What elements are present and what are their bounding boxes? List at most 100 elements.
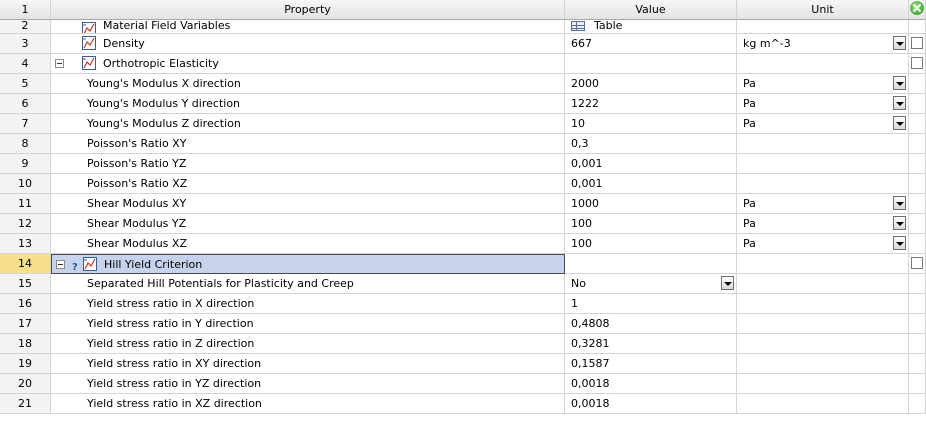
value-cell[interactable]: 0,0018	[565, 394, 737, 414]
value-cell[interactable]: No	[565, 274, 737, 294]
unit-dropdown-button[interactable]	[893, 76, 906, 90]
property-cell[interactable]: Orthotropic Elasticity	[51, 54, 565, 74]
row-number[interactable]: 12	[0, 214, 51, 234]
property-cell[interactable]: Yield stress ratio in X direction	[51, 294, 565, 314]
value-cell[interactable]: 100	[565, 234, 737, 254]
table-row[interactable]: 17 Yield stress ratio in Y direction 0,480…	[0, 314, 926, 334]
header-property[interactable]: Property	[51, 0, 565, 20]
table-row[interactable]: 19 Yield stress ratio in XY direction 0,15…	[0, 354, 926, 374]
row-number[interactable]: 16	[0, 294, 51, 314]
table-row[interactable]: 20 Yield stress ratio in YZ direction 0,00…	[0, 374, 926, 394]
value-cell[interactable]: 1	[565, 294, 737, 314]
row-number[interactable]: 13	[0, 234, 51, 254]
table-row[interactable]: 3 Density 667 kg m^-3	[0, 34, 926, 54]
value-cell[interactable]: 100	[565, 214, 737, 234]
property-cell[interactable]: Young's Modulus Z direction	[51, 114, 565, 134]
row-number[interactable]: 3	[0, 34, 51, 54]
unit-cell[interactable]: Pa	[737, 94, 909, 114]
table-row[interactable]: 8 Poisson's Ratio XY 0,3	[0, 134, 926, 154]
value-cell[interactable]: 0,1587	[565, 354, 737, 374]
property-cell[interactable]: ? Hill Yield Criterion	[51, 254, 565, 274]
table-row[interactable]: 9 Poisson's Ratio YZ 0,001	[0, 154, 926, 174]
property-cell[interactable]: Yield stress ratio in Y direction	[51, 314, 565, 334]
row-number[interactable]: 17	[0, 314, 51, 334]
table-row[interactable]: 14? Hill Yield Criterion	[0, 254, 926, 274]
row-checkbox[interactable]	[911, 257, 923, 269]
row-checkbox[interactable]	[911, 57, 923, 69]
header-unit[interactable]: Unit	[737, 0, 909, 20]
property-cell[interactable]: Young's Modulus X direction	[51, 74, 565, 94]
table-row[interactable]: 5 Young's Modulus X direction 2000 Pa	[0, 74, 926, 94]
value-cell[interactable]: 2000	[565, 74, 737, 94]
table-row[interactable]: 16 Yield stress ratio in X direction 1	[0, 294, 926, 314]
table-row[interactable]: 10 Poisson's Ratio XZ 0,001	[0, 174, 926, 194]
row-number[interactable]: 15	[0, 274, 51, 294]
table-row[interactable]: 4 Orthotropic Elasticity	[0, 54, 926, 74]
table-row[interactable]: 18 Yield stress ratio in Z direction 0,328…	[0, 334, 926, 354]
row-number[interactable]: 9	[0, 154, 51, 174]
property-cell[interactable]: Yield stress ratio in XZ direction	[51, 394, 565, 414]
table-row[interactable]: 13 Shear Modulus XZ 100 Pa	[0, 234, 926, 254]
unit-cell[interactable]: Pa	[737, 234, 909, 254]
value-cell[interactable]: 0,001	[565, 174, 737, 194]
header-close[interactable]	[909, 0, 926, 20]
unit-dropdown-button[interactable]	[893, 236, 906, 250]
row-number[interactable]: 10	[0, 174, 51, 194]
table-row[interactable]: 21 Yield stress ratio in XZ direction 0,00…	[0, 394, 926, 414]
value-cell[interactable]: 0,3281	[565, 334, 737, 354]
property-cell[interactable]: Separated Hill Potentials for Plasticity…	[51, 274, 565, 294]
unit-cell[interactable]: kg m^-3	[737, 34, 909, 54]
value-cell[interactable]: 1222	[565, 94, 737, 114]
value-cell[interactable]: 0,3	[565, 134, 737, 154]
table-row[interactable]: 7 Young's Modulus Z direction 10 Pa	[0, 114, 926, 134]
value-cell[interactable]: 1000	[565, 194, 737, 214]
row-number[interactable]: 6	[0, 94, 51, 114]
property-cell[interactable]: Poisson's Ratio XY	[51, 134, 565, 154]
row-number[interactable]: 14	[0, 254, 51, 274]
row-number[interactable]: 2	[0, 20, 51, 34]
unit-dropdown-button[interactable]	[893, 96, 906, 110]
property-cell[interactable]: Yield stress ratio in Z direction	[51, 334, 565, 354]
row-number[interactable]: 5	[0, 74, 51, 94]
unit-dropdown-button[interactable]	[893, 216, 906, 230]
value-cell[interactable]: 10	[565, 114, 737, 134]
row-checkbox[interactable]	[911, 37, 923, 49]
property-cell[interactable]: Shear Modulus XZ	[51, 234, 565, 254]
table-row[interactable]: 12 Shear Modulus YZ 100 Pa	[0, 214, 926, 234]
row-number[interactable]: 21	[0, 394, 51, 414]
unit-dropdown-button[interactable]	[893, 116, 906, 130]
row-number[interactable]: 18	[0, 334, 51, 354]
unit-dropdown-button[interactable]	[893, 36, 906, 50]
row-number[interactable]: 20	[0, 374, 51, 394]
row-number[interactable]: 4	[0, 54, 51, 74]
value-dropdown-button[interactable]	[721, 276, 734, 290]
value-cell[interactable]: Table	[565, 20, 737, 34]
property-cell[interactable]: Shear Modulus YZ	[51, 214, 565, 234]
table-row[interactable]: 15 Separated Hill Potentials for Plastici…	[0, 274, 926, 294]
table-row[interactable]: 11 Shear Modulus XY 1000 Pa	[0, 194, 926, 214]
property-cell[interactable]: Young's Modulus Y direction	[51, 94, 565, 114]
row-number[interactable]: 7	[0, 114, 51, 134]
value-cell[interactable]: 0,001	[565, 154, 737, 174]
row-number[interactable]: 8	[0, 134, 51, 154]
unit-cell[interactable]: Pa	[737, 114, 909, 134]
property-cell[interactable]: Poisson's Ratio YZ	[51, 154, 565, 174]
value-cell[interactable]: 0,0018	[565, 374, 737, 394]
unit-dropdown-button[interactable]	[893, 196, 906, 210]
unit-cell[interactable]: Pa	[737, 74, 909, 94]
header-value[interactable]: Value	[565, 0, 737, 20]
value-cell[interactable]	[565, 54, 737, 74]
unit-cell[interactable]: Pa	[737, 214, 909, 234]
property-cell[interactable]: Yield stress ratio in XY direction	[51, 354, 565, 374]
property-cell[interactable]: Poisson's Ratio XZ	[51, 174, 565, 194]
collapse-icon[interactable]	[56, 260, 65, 269]
property-cell[interactable]: Material Field Variables	[51, 20, 565, 34]
property-cell[interactable]: Density	[51, 34, 565, 54]
unit-cell[interactable]: Pa	[737, 194, 909, 214]
table-row[interactable]: 6 Young's Modulus Y direction 1222 Pa	[0, 94, 926, 114]
property-cell[interactable]: Shear Modulus XY	[51, 194, 565, 214]
row-number[interactable]: 11	[0, 194, 51, 214]
collapse-icon[interactable]	[55, 59, 64, 68]
row-number[interactable]: 19	[0, 354, 51, 374]
value-cell[interactable]: 667	[565, 34, 737, 54]
